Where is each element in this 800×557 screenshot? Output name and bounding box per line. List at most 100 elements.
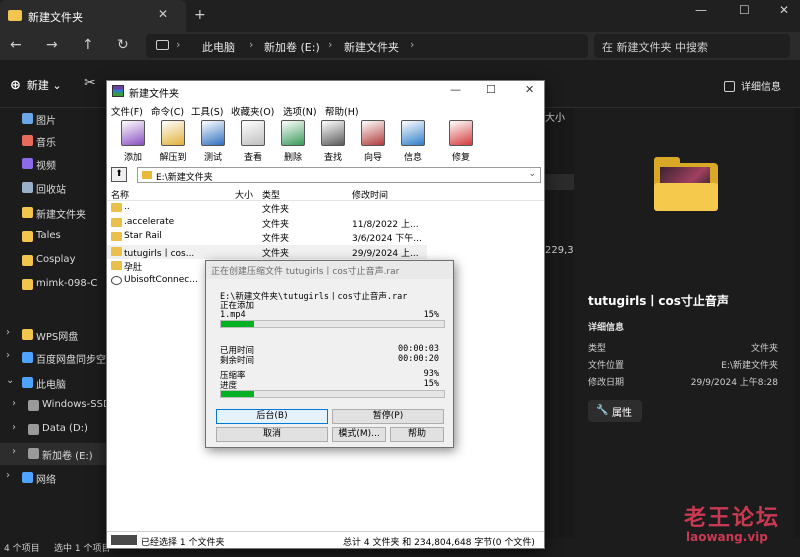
sidebar-item[interactable]: 视频: [0, 153, 106, 175]
column-size[interactable]: 大小: [235, 188, 253, 201]
remaining-value: 00:00:20: [398, 354, 439, 364]
menu-item[interactable]: 文件(F): [111, 104, 143, 118]
cut-icon[interactable]: ✂: [84, 75, 96, 91]
folder-icon: [142, 171, 152, 179]
file-row[interactable]: tutugirls丨cos... 文件夹 29/9/2024 上...: [107, 244, 427, 259]
minimize-button[interactable]: —: [695, 3, 707, 17]
winrar-maximize-button[interactable]: ☐: [486, 83, 496, 96]
background-button[interactable]: 后台(B): [216, 409, 328, 424]
sidebar-item[interactable]: mimk-098-C: [0, 274, 106, 296]
tab-title: 新建文件夹: [28, 11, 83, 24]
toolbar-button-label: 测试: [203, 153, 222, 163]
ratio-value: 93%: [423, 369, 439, 379]
chevron-right-icon[interactable]: ›: [12, 422, 16, 433]
sidebar-item[interactable]: › Windows-SSD: [0, 395, 111, 417]
explorer-tab[interactable]: 新建文件夹 ✕: [0, 0, 186, 32]
sidebar-item[interactable]: › 网络: [0, 467, 106, 489]
sidebar-item[interactable]: 新建文件夹: [0, 202, 106, 224]
close-window-button[interactable]: ✕: [779, 3, 789, 17]
maximize-button[interactable]: ☐: [739, 3, 750, 17]
breadcrumb-folder[interactable]: 新建文件夹: [344, 39, 399, 55]
sidebar-item-label: Windows-SSD: [42, 399, 111, 410]
menu-item[interactable]: 选项(N): [283, 104, 317, 118]
dialog-title: 正在创建压缩文件 tutugirls丨cos寸止音声.rar: [211, 267, 400, 277]
column-name[interactable]: 名称: [111, 188, 129, 201]
folder-icon: [22, 231, 33, 242]
column-modified[interactable]: 修改时间: [352, 188, 388, 201]
watermark-logo: 老王论坛 laowang.vip: [676, 500, 788, 552]
toolbar-button[interactable]: 信息: [393, 120, 433, 164]
file-row[interactable]: .accelerate 文件夹 11/8/2022 上...: [107, 216, 427, 230]
toolbar-button[interactable]: 解压到: [153, 120, 193, 164]
sidebar-item[interactable]: 音乐: [0, 130, 106, 152]
chevron-right-icon: ›: [249, 38, 254, 51]
sidebar-item[interactable]: 图片: [0, 108, 106, 130]
back-button[interactable]: ←: [10, 37, 22, 53]
sidebar-item[interactable]: ⌄ 此电脑: [0, 372, 106, 394]
up-button[interactable]: ↑: [82, 37, 94, 53]
sidebar-item[interactable]: 回收站: [0, 177, 106, 199]
toolbar-button-label: 查找: [323, 153, 342, 163]
menu-item[interactable]: 工具(S): [191, 104, 223, 118]
chevron-right-icon[interactable]: ›: [12, 398, 16, 409]
toolbar-button[interactable]: 测试: [193, 120, 233, 164]
winrar-title-bar[interactable]: 新建文件夹 — ☐ ✕: [107, 81, 544, 102]
pause-button[interactable]: 暂停(P): [332, 409, 444, 424]
refresh-button[interactable]: ↻: [117, 37, 129, 53]
toolbar-button[interactable]: 向导: [353, 120, 393, 164]
breadcrumb-drive[interactable]: 新加卷 (E:): [264, 39, 320, 55]
file-type: 文件夹: [262, 219, 290, 230]
file-row[interactable]: .. 文件夹: [107, 201, 427, 215]
toolbar-button[interactable]: 删除: [273, 120, 313, 164]
new-button[interactable]: ⊕ 新建 ⌄: [10, 77, 62, 93]
close-tab-icon[interactable]: ✕: [158, 7, 168, 21]
details-value-location: E:\新建文件夹: [721, 361, 778, 371]
details-pane-button[interactable]: 详细信息: [724, 78, 781, 93]
address-bar[interactable]: › 此电脑 › 新加卷 (E:) › 新建文件夹 ›: [146, 34, 588, 58]
winrar-close-button[interactable]: ✕: [525, 83, 534, 96]
breadcrumb-this-pc[interactable]: 此电脑: [202, 39, 235, 55]
sidebar-item[interactable]: › 百度网盘同步空间: [0, 347, 116, 369]
chevron-right-icon[interactable]: ›: [6, 350, 10, 361]
winrar-menu-bar: 文件(F) 命令(C) 工具(S) 收藏夹(O) 选项(N) 帮助(H): [107, 102, 544, 118]
chevron-down-icon[interactable]: ⌄: [6, 375, 14, 386]
toolbar-button[interactable]: 查看: [233, 120, 273, 164]
winrar-column-headers: 名称 大小 类型 修改时间: [107, 187, 544, 201]
mode-button[interactable]: 模式(M)...: [332, 427, 386, 442]
sidebar-item[interactable]: Tales: [0, 226, 106, 248]
toolbar-button[interactable]: 修复: [441, 120, 481, 164]
new-tab-button[interactable]: +: [194, 7, 206, 23]
toolbar-button[interactable]: 添加: [113, 120, 153, 164]
sidebar-item[interactable]: › Data (D:): [0, 419, 106, 441]
chevron-right-icon[interactable]: ›: [6, 327, 10, 338]
details-title: tutugirls丨cos寸止音声: [588, 294, 729, 308]
repair-icon: [449, 120, 473, 146]
sidebar-item[interactable]: › 新加卷 (E:): [0, 443, 106, 465]
watermark-text: 老王论坛: [684, 505, 781, 531]
sidebar-item[interactable]: › WPS网盘: [0, 324, 106, 346]
winrar-minimize-button[interactable]: —: [450, 83, 461, 96]
menu-item[interactable]: 命令(C): [151, 104, 184, 118]
menu-item[interactable]: 收藏夹(O): [231, 104, 274, 118]
chevron-right-icon[interactable]: ›: [12, 446, 16, 457]
up-folder-icon[interactable]: ⬆: [111, 167, 127, 182]
menu-item[interactable]: 帮助(H): [325, 104, 359, 118]
sidebar-item[interactable]: Cosplay: [0, 250, 106, 272]
toolbar-button[interactable]: 查找: [313, 120, 353, 164]
chevron-right-icon[interactable]: ›: [6, 470, 10, 481]
computer-icon: [156, 40, 169, 50]
file-type: 文件夹: [262, 248, 290, 259]
search-input[interactable]: 在 新建文件夹 中搜索: [594, 34, 790, 58]
sidebar-item-label: 视频: [36, 161, 56, 172]
column-type[interactable]: 类型: [262, 188, 280, 201]
folder-icon: [111, 203, 122, 212]
help-button[interactable]: 帮助: [390, 427, 444, 442]
file-row[interactable]: Star Rail 文件夹 3/6/2024 下午...: [107, 230, 427, 244]
winrar-path-field[interactable]: E:\新建文件夹 ⌄: [137, 167, 541, 183]
chevron-down-icon[interactable]: ⌄: [528, 169, 536, 179]
cancel-button[interactable]: 取消: [216, 427, 328, 442]
plus-icon: ⊕: [10, 78, 21, 93]
properties-button[interactable]: 🔧 属性: [588, 400, 642, 422]
dialog-title-bar[interactable]: 正在创建压缩文件 tutugirls丨cos寸止音声.rar: [206, 261, 453, 279]
forward-button[interactable]: →: [46, 37, 58, 53]
